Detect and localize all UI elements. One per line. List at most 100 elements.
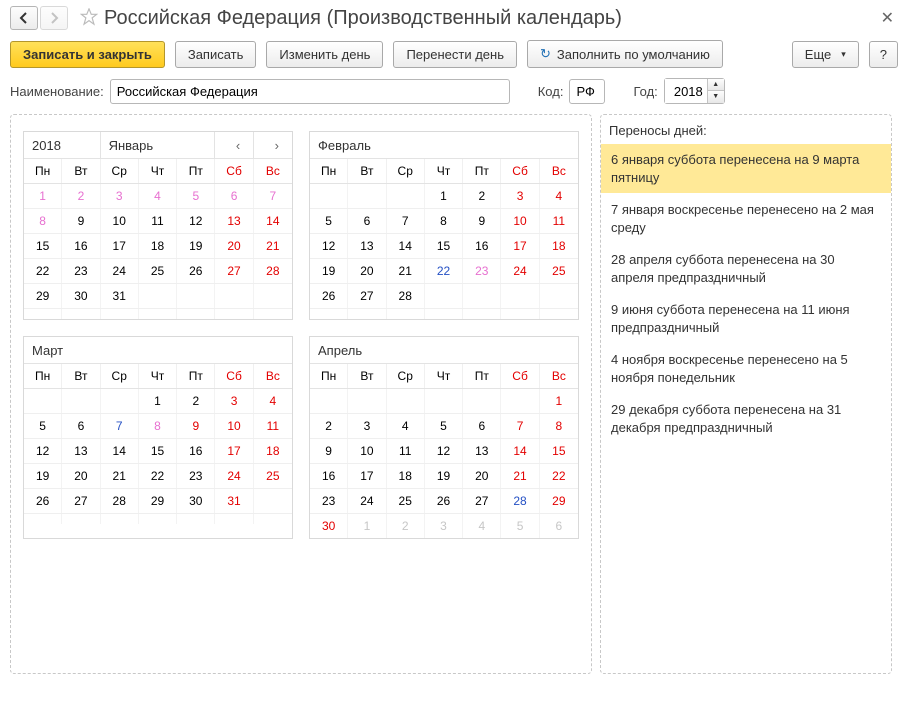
calendar-day[interactable]: 25 [254,464,292,488]
calendar-day[interactable]: 14 [387,234,425,258]
calendar-day[interactable]: 22 [540,464,578,488]
transfer-item[interactable]: 4 ноября воскресенье перенесено на 5 ноя… [601,344,891,394]
transfer-item[interactable]: 9 июня суббота перенесена на 11 июня пре… [601,294,891,344]
calendar-day[interactable]: 7 [101,414,139,438]
calendar-day[interactable]: 14 [101,439,139,463]
calendar-day[interactable]: 18 [540,234,578,258]
calendar-day[interactable]: 19 [310,259,348,283]
calendar-day[interactable]: 15 [540,439,578,463]
calendar-day[interactable]: 1 [139,389,177,413]
calendar-day[interactable]: 10 [501,209,539,233]
calendar-day[interactable]: 12 [310,234,348,258]
calendar-day[interactable]: 24 [501,259,539,283]
calendar-day[interactable]: 29 [139,489,177,513]
calendar-day[interactable]: 2 [387,514,425,538]
calendar-day[interactable]: 9 [463,209,501,233]
calendar-day[interactable]: 27 [62,489,100,513]
calendar-day[interactable]: 6 [463,414,501,438]
calendar-day[interactable]: 4 [254,389,292,413]
calendar-day[interactable]: 19 [177,234,215,258]
calendar-day[interactable]: 24 [101,259,139,283]
calendar-day[interactable]: 19 [425,464,463,488]
calendar-day[interactable]: 6 [540,514,578,538]
calendar-day[interactable]: 22 [24,259,62,283]
calendar-day[interactable]: 1 [540,389,578,413]
save-button[interactable]: Записать [175,41,257,68]
calendar-day[interactable]: 5 [177,184,215,208]
calendar-day[interactable]: 11 [540,209,578,233]
more-button[interactable]: Еще ▾ [792,41,859,68]
calendar-day[interactable]: 24 [215,464,253,488]
calendar-day[interactable]: 15 [24,234,62,258]
transfer-item[interactable]: 29 декабря суббота перенесена на 31 дека… [601,394,891,444]
calendar-day[interactable]: 4 [387,414,425,438]
save-and-close-button[interactable]: Записать и закрыть [10,41,165,68]
calendar-day[interactable]: 7 [387,209,425,233]
calendar-day[interactable]: 30 [62,284,100,308]
calendar-day[interactable]: 25 [387,489,425,513]
calendar-day[interactable]: 26 [24,489,62,513]
calendar-day[interactable]: 9 [177,414,215,438]
calendar-day[interactable]: 3 [425,514,463,538]
month-name[interactable]: Январь [101,132,216,158]
calendar-day[interactable]: 20 [62,464,100,488]
calendar-day[interactable]: 15 [425,234,463,258]
calendar-day[interactable]: 28 [254,259,292,283]
calendar-day[interactable]: 22 [139,464,177,488]
move-day-button[interactable]: Перенести день [393,41,517,68]
calendar-day[interactable]: 26 [177,259,215,283]
calendar-day[interactable]: 10 [215,414,253,438]
calendar-day[interactable]: 16 [177,439,215,463]
calendar-day[interactable]: 16 [310,464,348,488]
calendar-day[interactable]: 24 [348,489,386,513]
calendar-day[interactable]: 13 [215,209,253,233]
calendar-day[interactable]: 10 [348,439,386,463]
calendar-day[interactable]: 2 [62,184,100,208]
calendar-day[interactable]: 6 [215,184,253,208]
calendar-day[interactable]: 27 [348,284,386,308]
calendar-day[interactable]: 21 [501,464,539,488]
calendar-day[interactable]: 19 [24,464,62,488]
calendar-day[interactable]: 13 [62,439,100,463]
calendar-day[interactable]: 26 [425,489,463,513]
year-spin-down[interactable]: ▼ [708,91,724,103]
code-input[interactable] [569,79,605,104]
calendar-day[interactable]: 13 [348,234,386,258]
calendar-day[interactable]: 31 [215,489,253,513]
calendar-day[interactable]: 1 [425,184,463,208]
calendar-day[interactable]: 8 [540,414,578,438]
calendar-day[interactable]: 6 [348,209,386,233]
calendar-day[interactable]: 20 [348,259,386,283]
calendar-day[interactable]: 30 [310,514,348,538]
calendar-day[interactable]: 30 [177,489,215,513]
calendar-day[interactable]: 18 [254,439,292,463]
calendar-day[interactable]: 8 [139,414,177,438]
calendar-day[interactable]: 13 [463,439,501,463]
calendar-day[interactable]: 17 [348,464,386,488]
help-button[interactable]: ? [869,41,898,68]
calendar-day[interactable]: 26 [310,284,348,308]
calendar-day[interactable]: 27 [215,259,253,283]
month-next-button[interactable]: › [254,132,292,158]
change-day-button[interactable]: Изменить день [266,41,383,68]
calendar-day[interactable]: 2 [463,184,501,208]
calendar-day[interactable]: 6 [62,414,100,438]
calendar-day[interactable]: 8 [425,209,463,233]
calendar-day[interactable]: 5 [501,514,539,538]
calendar-day[interactable]: 14 [501,439,539,463]
calendar-day[interactable]: 17 [101,234,139,258]
transfer-item[interactable]: 28 апреля суббота перенесена на 30 апрел… [601,244,891,294]
transfer-item[interactable]: 6 января суббота перенесена на 9 марта п… [601,144,891,194]
calendar-day[interactable]: 12 [177,209,215,233]
calendar-day[interactable]: 1 [24,184,62,208]
calendar-day[interactable]: 15 [139,439,177,463]
calendar-day[interactable]: 21 [254,234,292,258]
calendar-day[interactable]: 23 [62,259,100,283]
calendar-day[interactable]: 4 [540,184,578,208]
close-button[interactable]: ✕ [877,8,898,28]
calendar-day[interactable]: 23 [177,464,215,488]
nav-forward-button[interactable] [40,6,68,30]
calendar-day[interactable]: 4 [463,514,501,538]
calendar-day[interactable]: 12 [24,439,62,463]
calendar-day[interactable]: 21 [101,464,139,488]
